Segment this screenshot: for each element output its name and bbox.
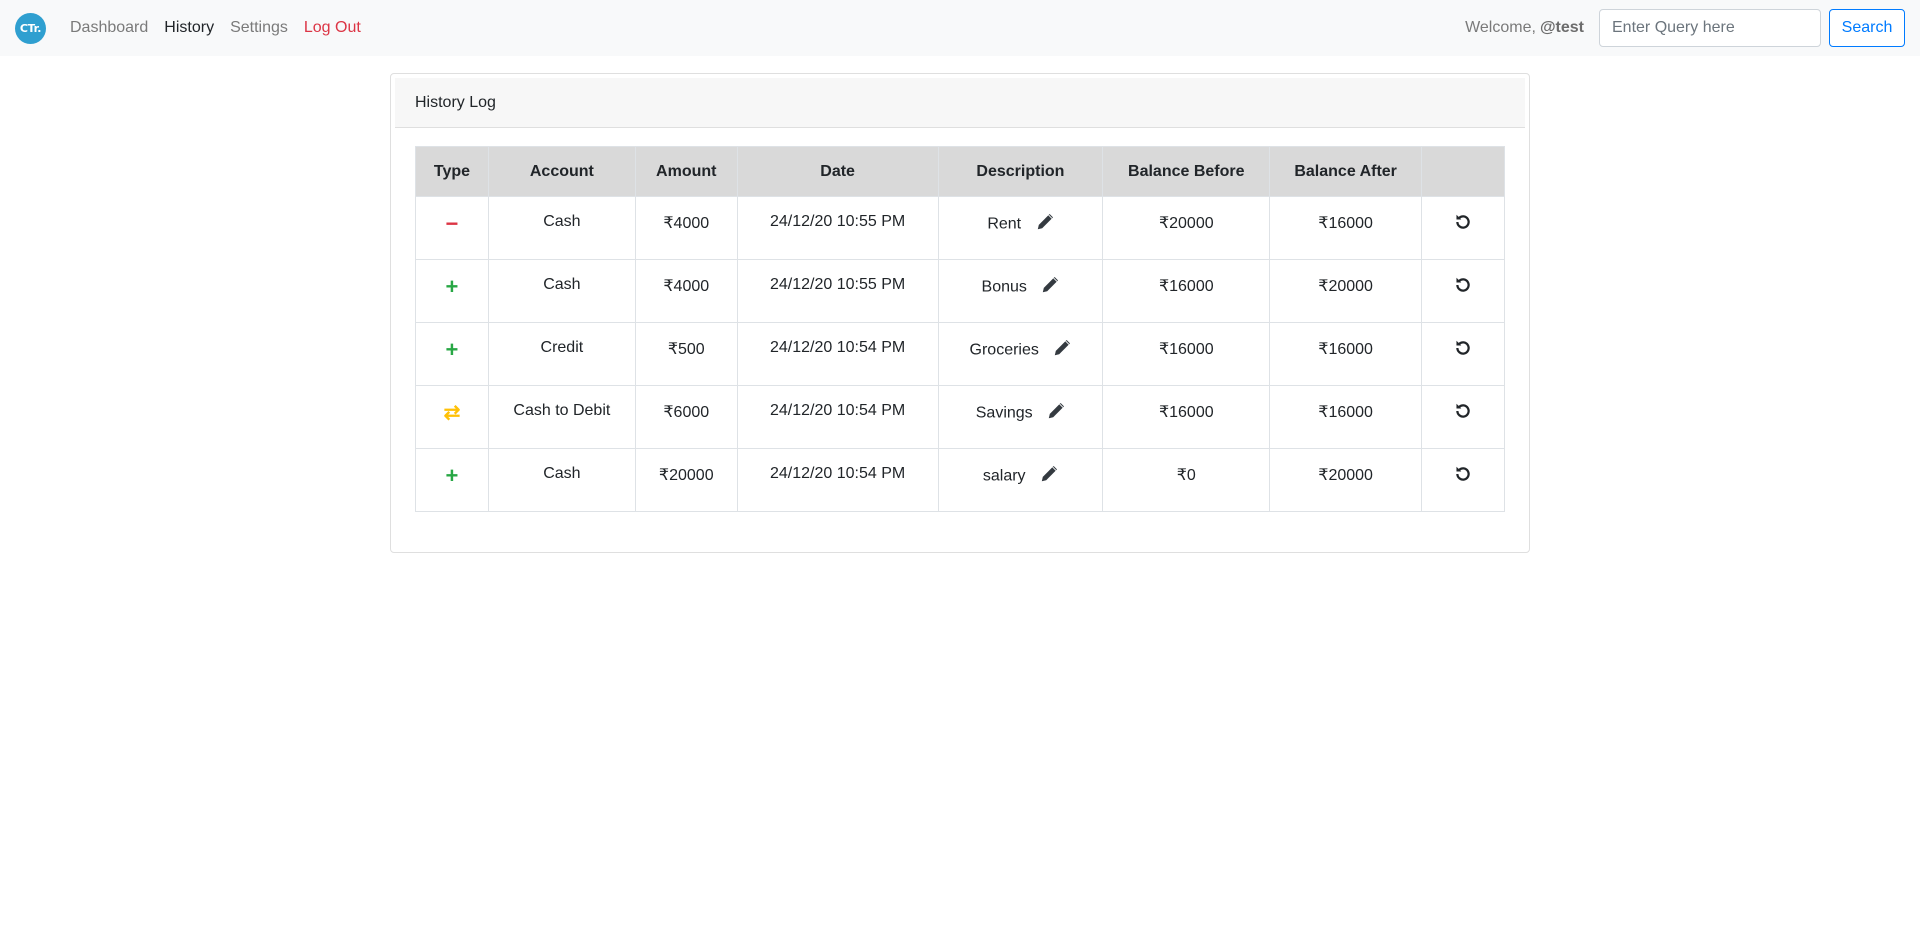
pencil-icon[interactable]	[1040, 465, 1058, 488]
balance-after-cell: ₹20000	[1269, 259, 1423, 323]
welcome-message: Welcome, @test	[1465, 0, 1584, 56]
nav-link-logout[interactable]: Log Out	[304, 19, 361, 37]
description-text: salary	[982, 467, 1026, 485]
amount-cell: ₹6000	[634, 385, 738, 449]
description-cell: salary	[937, 448, 1104, 512]
description-text: Rent	[987, 215, 1022, 233]
header-balance-after: Balance After	[1269, 146, 1423, 197]
balance-after-cell: ₹16000	[1269, 196, 1423, 260]
undo-icon[interactable]	[1454, 213, 1472, 236]
type-cell: ⇄	[415, 385, 489, 449]
date-cell: 24/12/20 10:54 PM	[736, 385, 939, 449]
pencil-icon[interactable]	[1047, 402, 1065, 425]
date-cell: 24/12/20 10:54 PM	[736, 322, 939, 386]
type-cell: +	[415, 322, 489, 386]
table-row: + Cash ₹20000 24/12/20 10:54 PM salary ₹…	[415, 448, 1505, 512]
description-text: Savings	[975, 404, 1033, 422]
amount-cell: ₹4000	[634, 196, 738, 260]
nav-links: Dashboard History Settings Log Out	[70, 0, 377, 56]
table-row: − Cash ₹4000 24/12/20 10:55 PM Rent ₹200…	[415, 196, 1505, 260]
date-cell: 24/12/20 10:55 PM	[736, 259, 939, 323]
balance-after-cell: ₹20000	[1269, 448, 1423, 512]
undo-icon[interactable]	[1454, 465, 1472, 488]
type-cell: +	[415, 448, 489, 512]
revert-cell	[1421, 448, 1505, 512]
revert-cell	[1421, 385, 1505, 449]
description-cell: Savings	[937, 385, 1104, 449]
description-cell: Rent	[937, 196, 1104, 260]
nav-link-history[interactable]: History	[164, 19, 214, 37]
pencil-icon[interactable]	[1053, 339, 1071, 362]
search-button[interactable]: Search	[1829, 9, 1905, 47]
table-row: + Cash ₹4000 24/12/20 10:55 PM Bonus ₹16…	[415, 259, 1505, 323]
brand-logo[interactable]: CTr.	[15, 13, 46, 44]
header-actions	[1421, 146, 1505, 197]
balance-after-cell: ₹16000	[1269, 322, 1423, 386]
description-cell: Bonus	[937, 259, 1104, 323]
table-row: ⇄ Cash to Debit ₹6000 24/12/20 10:54 PM …	[415, 385, 1505, 449]
account-cell: Cash	[487, 448, 636, 512]
type-cell: −	[415, 196, 489, 260]
plus-icon: +	[445, 274, 459, 299]
balance-before-cell: ₹16000	[1102, 385, 1271, 449]
plus-icon: +	[445, 463, 459, 488]
history-card: History Log Type Account Amount Date Des…	[390, 73, 1530, 553]
account-cell: Cash	[487, 259, 636, 323]
description-text: Bonus	[981, 278, 1027, 296]
navbar: CTr. Dashboard History Settings Log Out …	[0, 0, 1920, 56]
revert-cell	[1421, 322, 1505, 386]
date-cell: 24/12/20 10:54 PM	[736, 448, 939, 512]
undo-icon[interactable]	[1454, 276, 1472, 299]
balance-before-cell: ₹16000	[1102, 322, 1271, 386]
header-amount: Amount	[634, 146, 738, 197]
header-account: Account	[487, 146, 636, 197]
undo-icon[interactable]	[1454, 339, 1472, 362]
history-table: Type Account Amount Date Description Bal…	[415, 146, 1505, 512]
type-cell: +	[415, 259, 489, 323]
balance-before-cell: ₹0	[1102, 448, 1271, 512]
account-cell: Credit	[487, 322, 636, 386]
welcome-prefix: Welcome,	[1465, 19, 1536, 36]
pencil-icon[interactable]	[1036, 213, 1054, 236]
nav-link-dashboard[interactable]: Dashboard	[70, 19, 148, 37]
pencil-icon[interactable]	[1041, 276, 1059, 299]
balance-before-cell: ₹16000	[1102, 259, 1271, 323]
revert-cell	[1421, 196, 1505, 260]
amount-cell: ₹20000	[634, 448, 738, 512]
card-title: History Log	[395, 78, 1525, 128]
plus-icon: +	[445, 337, 459, 362]
undo-icon[interactable]	[1454, 402, 1472, 425]
table-row: + Credit ₹500 24/12/20 10:54 PM Grocerie…	[415, 322, 1505, 386]
description-cell: Groceries	[937, 322, 1104, 386]
nav-link-settings[interactable]: Settings	[230, 19, 288, 37]
table-header-row: Type Account Amount Date Description Bal…	[415, 146, 1505, 197]
minus-icon: −	[445, 211, 459, 236]
description-text: Groceries	[969, 341, 1039, 359]
balance-before-cell: ₹20000	[1102, 196, 1271, 260]
amount-cell: ₹4000	[634, 259, 738, 323]
header-description: Description	[937, 146, 1104, 197]
username: @test	[1539, 19, 1584, 36]
search-input[interactable]	[1599, 9, 1821, 47]
amount-cell: ₹500	[634, 322, 738, 386]
balance-after-cell: ₹16000	[1269, 385, 1423, 449]
account-cell: Cash	[487, 196, 636, 260]
header-date: Date	[736, 146, 939, 197]
header-balance-before: Balance Before	[1102, 146, 1271, 197]
transfer-icon: ⇄	[443, 402, 461, 424]
header-type: Type	[415, 146, 489, 197]
account-cell: Cash to Debit	[487, 385, 636, 449]
revert-cell	[1421, 259, 1505, 323]
date-cell: 24/12/20 10:55 PM	[736, 196, 939, 260]
